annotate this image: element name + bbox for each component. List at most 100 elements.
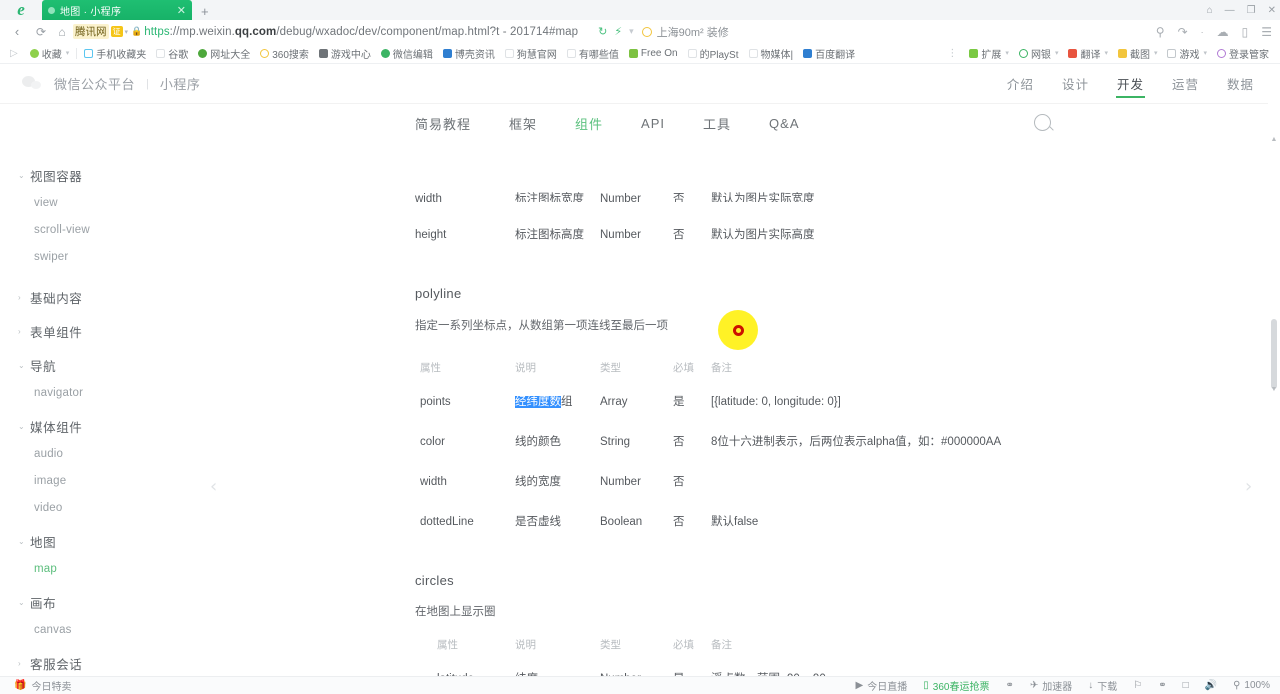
- status-item-zoom[interactable]: ⚲ 100%: [1233, 680, 1270, 691]
- status-item-shield2[interactable]: ⚭: [1158, 680, 1166, 691]
- bookmark-item[interactable]: 的PlaySt: [683, 43, 744, 63]
- bookmark-item[interactable]: 百度翻译: [798, 43, 860, 63]
- prev-page-arrow[interactable]: ‹: [210, 476, 217, 497]
- toolbar-item-extensions[interactable]: 扩展 ▾: [964, 43, 1014, 63]
- sidebar-item-swiper[interactable]: swiper: [0, 243, 200, 270]
- sidebar-group-map[interactable]: ⌄ 地图: [0, 528, 200, 555]
- tab-close-icon[interactable]: ✕: [177, 4, 186, 17]
- sidebar-group-view-container[interactable]: ⌄ 视图容器: [0, 162, 200, 189]
- sidebar-group-form-components[interactable]: › 表单组件: [0, 318, 200, 345]
- col-type: 类型: [600, 639, 621, 651]
- site-badge[interactable]: 腾讯网 证 ▾: [73, 24, 128, 39]
- bookmark-item[interactable]: 手机收藏夹: [79, 43, 151, 63]
- bookmark-item[interactable]: 微信编辑: [376, 43, 438, 63]
- bookmark-item[interactable]: 网址大全: [193, 43, 255, 63]
- search-input[interactable]: 上海90m² 装修: [641, 24, 822, 40]
- status-item-window[interactable]: □: [1183, 680, 1189, 691]
- chevron-down-icon[interactable]: ▾: [1055, 49, 1059, 57]
- status-item-accelerator[interactable]: ✈ 加速器: [1030, 678, 1072, 693]
- home-icon[interactable]: ⌂: [52, 25, 72, 39]
- chevron-down-icon[interactable]: ▾: [629, 26, 634, 37]
- mobile-icon[interactable]: ▯: [1242, 25, 1249, 39]
- sidebar-group-basic-content[interactable]: › 基础内容: [0, 284, 200, 311]
- sidebar-group-navigation[interactable]: ⌄ 导航: [0, 352, 200, 379]
- subnav-item-qa[interactable]: Q&A: [769, 116, 799, 131]
- status-item-live[interactable]: ▶ 今日直播: [856, 678, 908, 693]
- toolbar-item-translate[interactable]: 翻译 ▾: [1063, 43, 1113, 63]
- site-section[interactable]: 小程序: [160, 74, 201, 93]
- address-bar[interactable]: 🔒 https://mp.weixin.qq.com/debug/wxadoc/…: [131, 26, 578, 38]
- bookmark-item[interactable]: 有哪些值: [562, 43, 624, 63]
- status-item-download[interactable]: ↓ 下载: [1088, 678, 1117, 693]
- page-scrollbar[interactable]: ▲ ▼: [1268, 64, 1280, 676]
- chevron-down-icon[interactable]: ▾: [1154, 49, 1158, 57]
- browser-tab[interactable]: 地图 · 小程序 ✕: [42, 0, 192, 20]
- undo-icon[interactable]: ↷: [1178, 25, 1188, 39]
- sidebar-item-scroll-view[interactable]: scroll-view: [0, 216, 200, 243]
- nav-item-develop[interactable]: 开发: [1115, 64, 1145, 104]
- scroll-up-arrow[interactable]: ▲: [1270, 136, 1278, 143]
- bookmark-item[interactable]: Free On: [624, 43, 683, 63]
- new-tab-button[interactable]: +: [201, 4, 209, 20]
- sidebar-item-video[interactable]: video: [0, 494, 200, 521]
- maximize-button[interactable]: ❐: [1247, 5, 1256, 16]
- bookmark-item[interactable]: 谷歌: [151, 43, 193, 63]
- status-item-shield[interactable]: ⚭: [1005, 680, 1013, 691]
- sidebar-group-canvas[interactable]: ⌄ 画布: [0, 589, 200, 616]
- toolbar-item-login-manager[interactable]: 登录管家: [1212, 43, 1274, 63]
- subnav-item-components[interactable]: 组件: [575, 114, 603, 133]
- bookmarks-overflow-icon[interactable]: ▷: [4, 48, 25, 59]
- chevron-down-icon[interactable]: ▾: [1104, 49, 1108, 57]
- refresh-green-icon[interactable]: ↻: [598, 25, 607, 38]
- skin-icon[interactable]: ⌂: [1207, 5, 1213, 16]
- overflow-menu-icon[interactable]: ⋮: [941, 48, 964, 59]
- chevron-down-icon[interactable]: ▾: [66, 49, 70, 57]
- chevron-down-icon[interactable]: ▾: [1005, 49, 1009, 57]
- search-icon[interactable]: [1034, 114, 1051, 131]
- site-brand[interactable]: 微信公众平台: [54, 74, 135, 93]
- sidebar-group-media-components[interactable]: ⌄ 媒体组件: [0, 413, 200, 440]
- sidebar-item-navigator[interactable]: navigator: [0, 379, 200, 406]
- lightning-icon[interactable]: ⚡: [614, 25, 622, 38]
- toolbar-item-banking[interactable]: 网银 ▾: [1014, 43, 1064, 63]
- reload-icon[interactable]: ⟳: [30, 25, 52, 39]
- chevron-down-icon[interactable]: ▾: [125, 28, 129, 36]
- back-button[interactable]: ‹: [4, 24, 30, 39]
- search-icon[interactable]: ⚲: [1156, 25, 1165, 39]
- bookmark-item[interactable]: 博壳资讯: [438, 43, 500, 63]
- close-window-button[interactable]: ✕: [1268, 5, 1276, 16]
- bookmark-item[interactable]: 狗慧官网: [500, 43, 562, 63]
- sidebar-item-audio[interactable]: audio: [0, 440, 200, 467]
- scrollbar-thumb[interactable]: [1271, 319, 1277, 389]
- chevron-down-icon[interactable]: ▾: [1203, 49, 1207, 57]
- subnav-item-tools[interactable]: 工具: [703, 114, 731, 133]
- status-item-label[interactable]: 今日特卖: [31, 678, 71, 693]
- col-note: 备注: [711, 362, 732, 374]
- sidebar-group-customer-service[interactable]: › 客服会话: [0, 650, 200, 676]
- toolbar-item-games[interactable]: 游戏 ▾: [1162, 43, 1212, 63]
- minimize-button[interactable]: —: [1225, 5, 1235, 16]
- scroll-down-arrow[interactable]: ▼: [1270, 386, 1278, 393]
- nav-item-data[interactable]: 数据: [1227, 64, 1254, 104]
- cloud-icon[interactable]: ☁: [1217, 25, 1229, 39]
- bookmark-item[interactable]: 物媒体|: [744, 43, 799, 63]
- status-item-tickets[interactable]: ▯ 360春运抢票: [923, 678, 989, 693]
- sidebar-item-view[interactable]: view: [0, 189, 200, 216]
- sidebar-item-canvas[interactable]: canvas: [0, 616, 200, 643]
- bookmark-item[interactable]: 收藏 ▾: [25, 43, 75, 63]
- sidebar-item-image[interactable]: image: [0, 467, 200, 494]
- next-page-arrow[interactable]: ›: [1245, 476, 1252, 497]
- nav-item-design[interactable]: 设计: [1062, 64, 1089, 104]
- nav-item-operate[interactable]: 运营: [1172, 64, 1199, 104]
- menu-icon[interactable]: ☰: [1261, 25, 1272, 39]
- bookmark-item[interactable]: 360搜索: [255, 43, 314, 63]
- bookmark-item[interactable]: 游戏中心: [314, 43, 376, 63]
- subnav-item-framework[interactable]: 框架: [509, 114, 537, 133]
- nav-item-intro[interactable]: 介绍: [1007, 64, 1034, 104]
- toolbar-item-screenshot[interactable]: 截图 ▾: [1113, 43, 1163, 63]
- status-item-sound[interactable]: 🔊: [1205, 680, 1217, 691]
- status-item-flag[interactable]: ⚐: [1133, 680, 1142, 691]
- sidebar-item-map[interactable]: map: [0, 555, 200, 582]
- subnav-item-tutorial[interactable]: 简易教程: [415, 114, 471, 133]
- subnav-item-api[interactable]: API: [641, 116, 665, 131]
